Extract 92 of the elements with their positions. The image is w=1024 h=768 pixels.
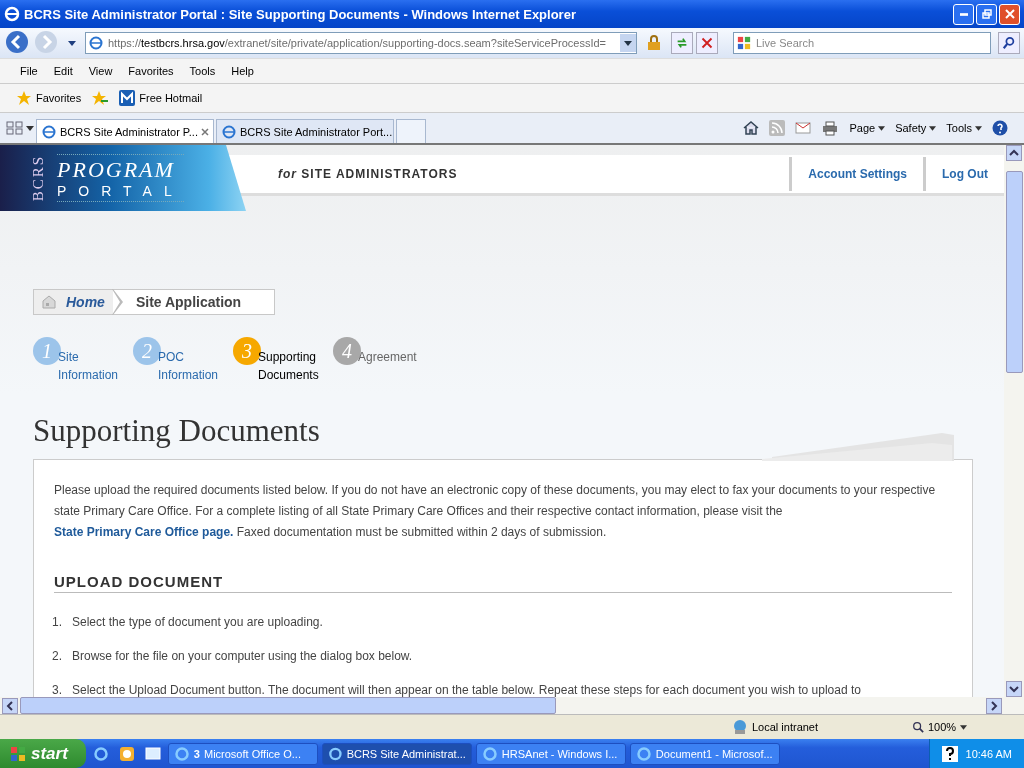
instruction-text: Select the type of document you are uploading.	[72, 615, 323, 629]
scroll-left-icon[interactable]	[2, 697, 18, 714]
browser-tab[interactable]: BCRS Site Administrator P...	[36, 119, 214, 143]
minimize-button[interactable]	[953, 3, 974, 25]
browser-logo-icon	[4, 6, 20, 22]
home-breadcrumb[interactable]: Home	[34, 290, 113, 314]
menu-item[interactable]: Help	[223, 65, 262, 77]
app-icon	[173, 745, 190, 762]
page-icon	[88, 35, 104, 51]
search-button[interactable]	[998, 32, 1020, 54]
header-link[interactable]: Account Settings	[789, 157, 923, 191]
star-icon	[16, 90, 32, 106]
clock: 10:46 AM	[965, 747, 1012, 760]
restore-icon	[981, 9, 992, 19]
scroll-down-icon[interactable]	[1006, 681, 1022, 697]
windows-logo-icon	[10, 745, 26, 762]
lock-icon	[646, 35, 662, 51]
horizontal-scrollbar[interactable]	[0, 697, 1024, 714]
stop-button[interactable]	[696, 32, 718, 54]
app-icon	[481, 745, 498, 762]
window-title: BCRS Site Administrator Portal : Site Supporting Documents - Windows Internet Explorer	[24, 6, 577, 22]
zoom-level[interactable]: 100%	[912, 721, 968, 733]
restore-button[interactable]	[976, 3, 997, 25]
step-link[interactable]: POC Information	[158, 348, 219, 382]
back-button[interactable]	[4, 30, 30, 56]
app-icon	[327, 745, 343, 762]
refresh-icon	[675, 36, 689, 50]
network-icon	[732, 719, 748, 735]
house-icon	[42, 295, 56, 309]
menu-item[interactable]: File	[12, 65, 46, 77]
breadcrumb-current: Site Application	[134, 294, 242, 310]
caret-icon	[878, 125, 886, 131]
command-menu[interactable]: Page	[849, 122, 886, 134]
caret-icon[interactable]	[26, 125, 34, 131]
taskbar-item[interactable]: HRSAnet - Windows I...	[475, 742, 626, 765]
vertical-scrollbar[interactable]	[1004, 145, 1024, 697]
security-zone: Local intranet	[732, 719, 882, 735]
caret-icon	[975, 125, 982, 131]
command-menu[interactable]: Tools	[946, 122, 982, 134]
scroll-right-icon[interactable]	[986, 697, 1002, 714]
menu-item[interactable]: View	[80, 65, 121, 77]
state-office-link[interactable]: State Primary Care Office page.	[54, 525, 234, 539]
address-field[interactable]: https://testbcrs.hrsa.gov/extranet/site/private/application/supporting-docs.seam?siteServiceProcessId=	[85, 32, 637, 54]
printer-icon[interactable]	[821, 120, 840, 136]
add-favorite-icon[interactable]	[91, 90, 110, 106]
caret-icon[interactable]	[68, 40, 76, 46]
browser-tab[interactable]: BCRS Site Administrator Port...	[216, 119, 394, 143]
page-heading: Supporting Documents	[33, 413, 320, 449]
step-link[interactable]: Site Information	[58, 348, 119, 382]
page-icon	[221, 123, 237, 140]
refresh-button[interactable]	[671, 32, 693, 54]
section-heading: UPLOAD DOCUMENT	[54, 573, 952, 593]
chevron-icon	[111, 289, 124, 315]
list-number: 3.	[52, 683, 63, 697]
scroll-up-icon[interactable]	[1006, 145, 1022, 161]
command-menu[interactable]: Safety	[895, 122, 937, 134]
search-icon	[1002, 36, 1016, 50]
mail-logo-icon	[119, 90, 136, 106]
start-button[interactable]: start	[0, 739, 86, 768]
menu-item[interactable]: Favorites	[120, 65, 182, 77]
help-icon[interactable]	[992, 120, 1008, 136]
list-number: 1.	[52, 615, 63, 629]
close-button[interactable]	[999, 3, 1020, 25]
caret-icon	[929, 125, 937, 131]
taskbar-item[interactable]: Document1 - Microsof...	[629, 742, 780, 765]
mail-icon[interactable]	[795, 122, 812, 134]
browser-launch-icon[interactable]	[92, 745, 109, 762]
close-tab-icon[interactable]	[201, 127, 209, 136]
caret-icon	[960, 724, 968, 730]
close-icon	[1004, 9, 1015, 19]
step-link[interactable]: Supporting Documents	[258, 348, 319, 382]
menu-item[interactable]: Edit	[45, 65, 81, 77]
favorites-link[interactable]: Free Hotmail	[117, 88, 205, 108]
magnifier-icon	[912, 721, 924, 733]
tagline: for SITE ADMINISTRATORS	[278, 167, 459, 181]
stop-icon	[701, 37, 713, 49]
app-icon	[635, 745, 652, 762]
help-icon[interactable]	[941, 745, 958, 762]
page-icon	[41, 123, 57, 140]
list-number: 2.	[52, 649, 63, 663]
search-field[interactable]: Live Search	[733, 32, 991, 54]
minimize-icon	[959, 12, 968, 16]
dropdown-icon[interactable]	[620, 34, 636, 52]
favorites-button[interactable]: Favorites	[14, 88, 84, 108]
desktop-icon[interactable]	[144, 745, 161, 762]
menu-item[interactable]: Tools	[181, 65, 224, 77]
taskbar-item[interactable]: 3 Microsoft Office O...	[167, 742, 318, 765]
intro-paragraph: Please upload the required documents listed below. If you do not have an electronic copy of these documents, you may elect to fax your documents to your respective state Primary Care Office. For a complete listing of all State Primary Care Offices and their respective contact information, please visit the State Primary Care Office page. Faxed documentation must be submitted within 2 days of submission.	[54, 482, 937, 541]
instruction-text: Select the Upload Document button. The document will then appear on the table below. Repeat these steps for each document you wish to upload to	[72, 683, 861, 697]
instruction-text: Browse for the file on your computer using the dialog box below.	[72, 649, 413, 663]
home-icon[interactable]	[743, 120, 760, 136]
taskbar-item[interactable]: BCRS Site Administrat...	[321, 742, 472, 765]
